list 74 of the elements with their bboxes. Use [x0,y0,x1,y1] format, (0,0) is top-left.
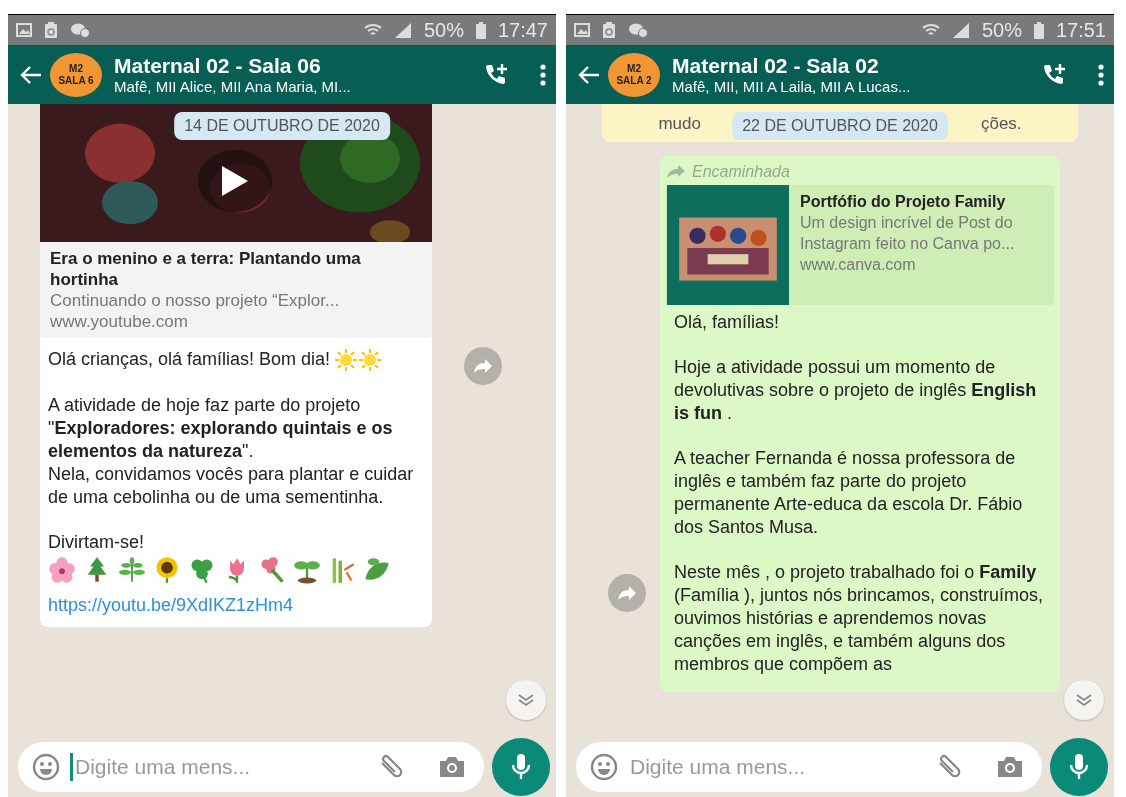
preview-title: Era o menino e a terra: Plantando uma hortinha [50,248,362,290]
battery-icon [475,21,486,39]
preview-description: Um design incrível de Post do Instagram feito no Canva po... [800,213,1016,254]
chevron-down-icon [517,693,535,707]
microphone-icon [1069,753,1089,781]
chat-title[interactable]: Maternal 02 - Sala 02 [672,54,1032,78]
camera-icon[interactable] [996,755,1024,779]
share-arrow-icon [473,357,493,374]
chat-members: Mafê, MII Alice, MII Ana Maria, MI... [114,78,352,95]
avatar-label: M2 [69,62,83,75]
message-field[interactable]: Digite uma mens... [576,742,1042,792]
message-text: Divirtam-se! [48,532,144,553]
back-icon[interactable] [578,64,600,85]
menu-icon[interactable] [1098,63,1104,86]
scroll-down-button[interactable] [1064,680,1104,720]
forwarded-label: Encaminhada [692,162,790,182]
battery-percent: 50% [981,18,1022,42]
share-arrow-icon [617,585,637,601]
link-preview[interactable]: Portfófio do Projeto Family Um design incrível de Post do Instagram feito no Canva po... www.canva.com [666,185,1054,305]
battery-icon [1033,21,1044,39]
date-chip: 14 DE OUTUBRO DE 2020 [174,112,390,140]
chat-icon [628,22,648,38]
sun-icon [334,348,359,373]
date-chip: 22 DE OUTUBRO DE 2020 [732,112,948,140]
menu-icon[interactable] [540,63,546,86]
emoji-icon[interactable] [590,753,618,781]
signal-icon [393,22,412,38]
message-text: A teacher Fernanda é nossa professora de inglês e também faz parte do projeto permanente Arte-educa da escola Dr. Fábio dos Santos Musa. [674,448,1023,537]
notice-text: ções. [980,114,1022,134]
message-field[interactable]: Digite uma mens... [18,742,484,792]
group-avatar[interactable]: M2 SALA 6 [50,52,102,97]
status-time: 17:47 [497,18,548,42]
sun-icon [358,348,383,373]
notice-text: mudo [658,114,701,134]
scroll-down-button[interactable] [506,680,546,720]
microphone-button[interactable] [1050,738,1108,796]
chat-members: Mafê, MII, MII A Laila, MII A Lucas... [672,78,912,95]
gallery-icon [574,22,590,38]
preview-description: Continuando o nosso projeto “Explor... [50,290,341,311]
avatar-label: SALA 6 [58,74,94,87]
wifi-icon [363,22,382,38]
preview-title: Portfófio do Projeto Family [800,192,1007,212]
forward-button[interactable] [608,574,646,612]
camera-icon[interactable] [438,755,466,779]
avatar-label: SALA 2 [616,74,652,87]
clipboard-icon [44,22,58,38]
status-time: 17:51 [1055,18,1106,42]
wifi-icon [921,22,940,38]
message-text: A atividade de hoje faz parte do projeto "Exploradores: explorando quintais e os elementos da natureza". Nela, convidamos vocês para plantar e cuidar de uma cebolinha ou de uma sementinha. [48,395,414,508]
back-icon[interactable] [20,64,42,85]
battery-percent: 50% [423,18,464,42]
message-text: Hoje a atividade possui um momento de devolutivas sobre o projeto de inglês English is fun . [674,357,1037,423]
blossom-icon [48,556,76,585]
herb-icon [118,556,146,585]
signal-icon [951,22,970,38]
play-icon [220,164,250,198]
chevron-down-icon [1075,693,1093,707]
chat-title[interactable]: Maternal 02 - Sala 06 [114,54,474,78]
message-text: Neste mês , o projeto trabalhado foi o Family (Família ), juntos nós brincamos, construímos, ouvimos histórias e aprendemos novas canções em inglês, e também alguns dos membros que compõem as [674,562,1044,674]
gallery-icon [16,22,32,38]
group-avatar[interactable]: M2 SALA 2 [608,52,660,97]
preview-url: www.canva.com [800,255,917,275]
avatar-label: M2 [627,62,641,75]
forwarded-icon [666,164,686,179]
emoji-icon[interactable] [32,753,60,781]
forward-button[interactable] [464,346,502,385]
clipboard-icon [602,22,616,38]
chat-icon [70,22,90,38]
preview-url: www.youtube.com [50,311,189,332]
message-text: Olá crianças, olá famílias! Bom dia! [48,349,331,369]
message-text: Olá, famílias! [674,312,780,332]
microphone-button[interactable] [492,738,550,796]
message-link[interactable]: https://youtu.be/9XdIKZ1zHm4 [48,594,424,618]
microphone-icon [511,753,531,781]
